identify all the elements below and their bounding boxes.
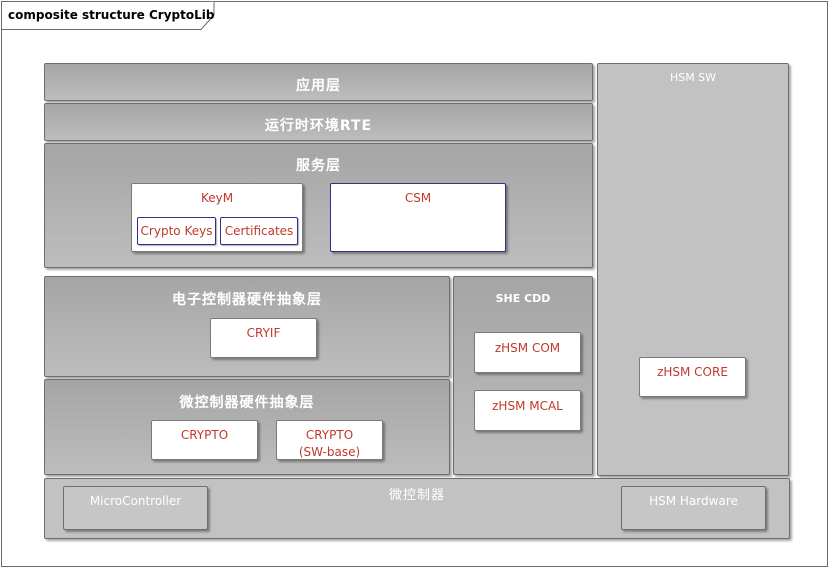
she-cdd-title: SHE CDD: [495, 292, 551, 305]
zhsm-core-label: zHSM CORE: [657, 365, 728, 379]
microcontroller-layer[interactable]: 微控制器 MicroController HSM Hardware: [44, 478, 790, 539]
cryif-label: CRYIF: [246, 326, 281, 340]
crypto-keys-box[interactable]: Crypto Keys: [137, 217, 216, 245]
app-layer-title: 应用层: [296, 78, 341, 94]
keym-box[interactable]: KeyM Crypto Keys Certificates: [131, 183, 303, 252]
service-layer-title: 服务层: [296, 158, 341, 174]
mcu-abstraction-title: 微控制器硬件抽象层: [179, 395, 315, 411]
crypto-label: CRYPTO: [180, 428, 229, 442]
csm-box[interactable]: CSM: [330, 183, 506, 252]
cryif-box[interactable]: CRYIF: [210, 318, 317, 358]
app-layer[interactable]: 应用层: [44, 63, 593, 101]
zhsm-mcal-box[interactable]: zHSM MCAL: [474, 390, 581, 431]
hsm-sw-layer[interactable]: HSM SW zHSM CORE: [597, 63, 789, 476]
crypto-sw-label-line2: (SW-base): [298, 445, 361, 459]
crypto-keys-label: Crypto Keys: [140, 224, 213, 238]
service-layer[interactable]: 服务层 KeyM Crypto Keys Certificates CSM: [44, 143, 593, 268]
keym-label: KeyM: [200, 191, 234, 205]
crypto-box[interactable]: CRYPTO: [151, 420, 258, 460]
ecu-abstraction-title: 电子控制器硬件抽象层: [172, 292, 322, 308]
ecu-abstraction-layer[interactable]: 电子控制器硬件抽象层 CRYIF: [44, 276, 450, 377]
certificates-box[interactable]: Certificates: [220, 217, 298, 245]
mcu-abstraction-layer[interactable]: 微控制器硬件抽象层 CRYPTO CRYPTO (SW-base): [44, 379, 450, 475]
crypto-sw-box[interactable]: CRYPTO (SW-base): [276, 420, 383, 460]
hsm-hardware-label: HSM Hardware: [649, 494, 738, 508]
hsm-hardware-box[interactable]: HSM Hardware: [621, 486, 766, 530]
certificates-label: Certificates: [224, 224, 294, 238]
hsm-sw-title: HSM SW: [669, 71, 717, 84]
zhsm-com-label: zHSM COM: [494, 341, 561, 355]
microcontroller-box[interactable]: MicroController: [63, 486, 208, 530]
frame-title: composite structure CryptoLib: [8, 8, 215, 22]
csm-label: CSM: [404, 191, 432, 205]
rte-layer[interactable]: 运行时环境RTE: [44, 103, 593, 141]
microcontroller-label: MicroController: [89, 494, 182, 508]
zhsm-com-box[interactable]: zHSM COM: [474, 332, 581, 373]
zhsm-core-box[interactable]: zHSM CORE: [639, 357, 746, 397]
crypto-sw-label-line1: CRYPTO: [305, 428, 354, 442]
rte-layer-title: 运行时环境RTE: [264, 118, 373, 134]
zhsm-mcal-label: zHSM MCAL: [492, 399, 563, 413]
she-cdd-layer[interactable]: SHE CDD zHSM COM zHSM MCAL: [453, 276, 593, 475]
